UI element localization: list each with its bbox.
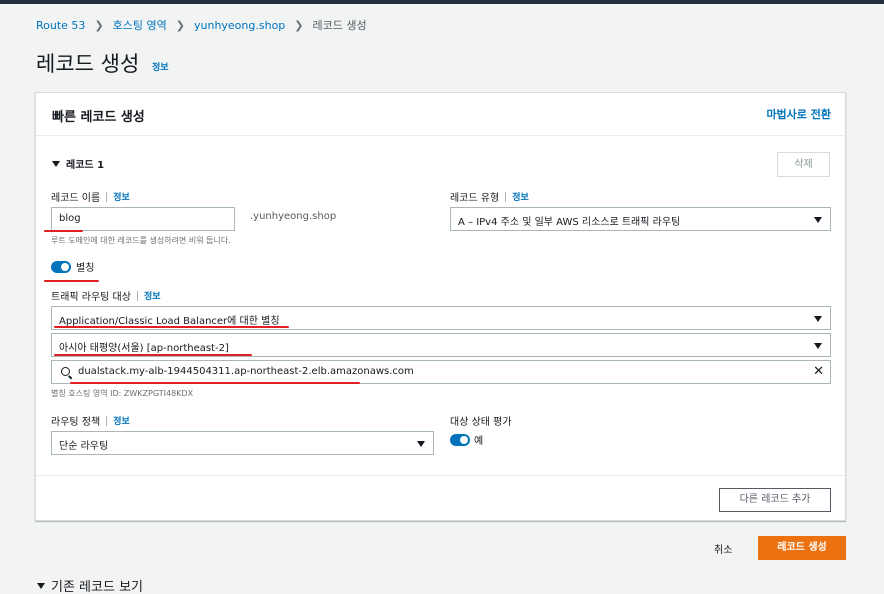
panel-header: 빠른 레코드 생성 마법사로 전환 <box>36 93 845 136</box>
record-name-hint: 루트 도메인에 대한 레코드를 생성하려면 비워 둡니다. <box>51 236 231 245</box>
cancel-button[interactable]: 취소 <box>714 541 732 556</box>
caret-down-icon <box>814 343 822 349</box>
record-title: 레코드 1 <box>66 160 105 171</box>
view-existing-records-toggle[interactable]: 기존 레코드 보기 <box>37 576 143 594</box>
record-type-label-row: 레코드 유형 정보 <box>450 189 529 204</box>
record-name-input[interactable]: blog <box>51 207 235 231</box>
record-toggle[interactable]: 레코드 1 <box>52 156 104 171</box>
target-info-link[interactable]: 정보 <box>144 289 161 302</box>
page-title: 레코드 생성 <box>36 52 140 76</box>
toggle-knob <box>61 263 69 271</box>
close-icon[interactable]: ✕ <box>813 365 824 379</box>
breadcrumb-route53[interactable]: Route 53 <box>36 19 85 32</box>
record-name-label-row: 레코드 이름 정보 <box>51 189 130 204</box>
health-label: 대상 상태 평가 <box>450 417 512 428</box>
health-toggle[interactable] <box>450 434 470 446</box>
routing-policy-label: 라우팅 정책 <box>51 417 101 428</box>
annotation-underline <box>54 354 252 356</box>
breadcrumb-current: 레코드 생성 <box>312 19 367 32</box>
record-type-value: A – IPv4 주소 및 일부 AWS 리소스로 트래픽 라우팅 <box>458 217 681 228</box>
divider <box>136 290 138 301</box>
toggle-knob <box>460 436 468 444</box>
alias-toggle[interactable] <box>51 261 71 273</box>
breadcrumb-zone[interactable]: yunhyeong.shop <box>194 19 285 32</box>
region-value: 아시아 태평양(서울) [ap-northeast-2] <box>59 343 229 354</box>
routing-policy-select[interactable]: 단순 라우팅 <box>51 431 434 455</box>
add-record-button[interactable]: 다른 레코드 추가 <box>719 488 831 512</box>
record-name-label: 레코드 이름 <box>51 193 101 204</box>
divider <box>106 191 108 202</box>
breadcrumb-hosted-zones[interactable]: 호스팅 영역 <box>113 17 167 33</box>
quick-create-panel: 빠른 레코드 생성 마법사로 전환 레코드 1 삭제 레코드 이름 정보 blo… <box>35 92 846 521</box>
breadcrumb: Route 53 ❯ 호스팅 영역 ❯ yunhyeong.shop ❯ 레코드… <box>36 17 367 33</box>
annotation-underline <box>54 326 289 328</box>
routing-policy-value: 단순 라우팅 <box>59 441 109 452</box>
domain-suffix: .yunhyeong.shop <box>250 211 337 222</box>
panel-title: 빠른 레코드 생성 <box>52 110 145 125</box>
target-label: 트래픽 라우팅 대상 <box>51 292 131 303</box>
search-icon <box>61 367 70 376</box>
create-records-button[interactable]: 레코드 생성 <box>758 536 846 560</box>
caret-down-icon <box>417 441 425 447</box>
annotation-underline <box>70 382 360 384</box>
caret-down-icon <box>814 316 822 322</box>
annotation-underline <box>44 280 99 282</box>
load-balancer-search-input[interactable]: dualstack.my-alb-1944504311.ap-northeast… <box>51 360 831 384</box>
switch-to-wizard-link[interactable]: 마법사로 전환 <box>766 106 831 122</box>
routing-policy-info-link[interactable]: 정보 <box>113 414 130 427</box>
divider <box>505 191 507 202</box>
load-balancer-value: dualstack.my-alb-1944504311.ap-northeast… <box>78 366 414 377</box>
chevron-right-icon: ❯ <box>175 18 185 32</box>
chevron-right-icon: ❯ <box>294 18 304 32</box>
delete-button[interactable]: 삭제 <box>777 152 830 177</box>
record-section: 레코드 1 삭제 레코드 이름 정보 blog .yunhyeong.shop … <box>36 136 845 476</box>
record-name-info-link[interactable]: 정보 <box>113 190 130 203</box>
caret-down-icon <box>52 160 60 167</box>
divider <box>106 415 108 426</box>
chevron-right-icon: ❯ <box>94 18 104 32</box>
alias-label: 별칭 <box>76 263 95 274</box>
existing-records-title: 기존 레코드 보기 <box>51 580 143 594</box>
record-type-info-link[interactable]: 정보 <box>512 190 529 203</box>
page-info-link[interactable]: 정보 <box>152 60 169 73</box>
target-label-row: 트래픽 라우팅 대상 정보 <box>51 288 161 303</box>
annotation-underline <box>44 230 83 232</box>
top-nav-bar <box>0 0 884 4</box>
alias-zone-id-hint: 별칭 호스팅 영역 ID: ZWKZPGTI48KDX <box>51 389 194 398</box>
health-value: 예 <box>474 436 484 447</box>
record-type-label: 레코드 유형 <box>450 193 500 204</box>
caret-down-icon <box>37 582 45 589</box>
policy-label-row: 라우팅 정책 정보 <box>51 413 130 428</box>
record-type-select[interactable]: A – IPv4 주소 및 일부 AWS 리소스로 트래픽 라우팅 <box>450 207 831 231</box>
caret-down-icon <box>814 217 822 223</box>
